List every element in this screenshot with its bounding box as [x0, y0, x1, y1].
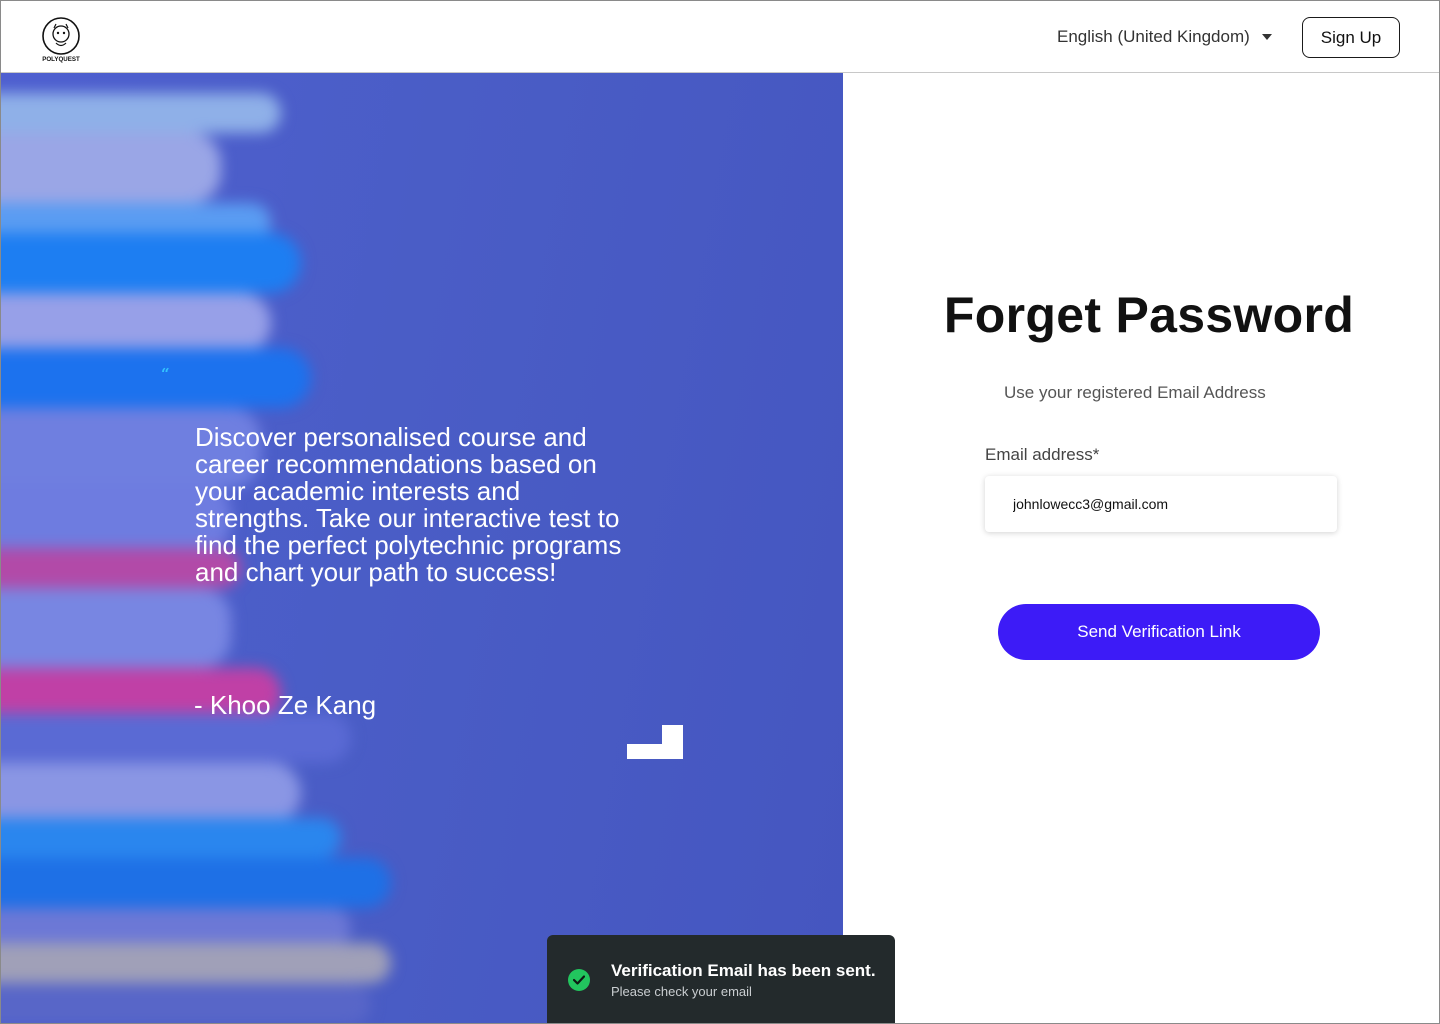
caret-down-icon — [1261, 34, 1272, 40]
top-nav: POLYQUEST English (United Kingdom) Sign … — [1, 1, 1439, 73]
page: POLYQUEST English (United Kingdom) Sign … — [0, 0, 1440, 1024]
language-label: English (United Kingdom) — [1057, 27, 1250, 46]
testimonial-author: - Khoo Ze Kang — [194, 690, 377, 720]
polyquest-logo[interactable]: POLYQUEST — [37, 15, 85, 65]
testimonial-quote: Discover personalised course and career … — [195, 422, 622, 587]
success-toast: Verification Email has been sent. Please… — [547, 935, 895, 1023]
hero-panel: “ Discover personalised course and caree… — [1, 73, 843, 1023]
email-field[interactable] — [985, 476, 1337, 532]
email-label: Email address* — [985, 445, 1100, 464]
page-title: Forget Password — [943, 287, 1355, 343]
form-subtitle: Use your registered Email Address — [1004, 383, 1266, 402]
toast-message: Please check your email — [611, 984, 752, 999]
corner-bracket-icon — [627, 725, 683, 759]
toast-title: Verification Email has been sent. — [611, 961, 876, 980]
quote-mark-icon: “ — [161, 365, 170, 383]
svg-text:POLYQUEST: POLYQUEST — [42, 56, 80, 63]
send-verification-link-button[interactable]: Send Verification Link — [998, 604, 1320, 660]
language-selector[interactable]: English (United Kingdom) — [1057, 27, 1272, 47]
logo-icon: POLYQUEST — [42, 17, 80, 63]
sign-up-button[interactable]: Sign Up — [1302, 17, 1400, 58]
check-circle-icon — [568, 969, 590, 991]
forget-password-form: Forget Password Use your registered Emai… — [843, 73, 1439, 1023]
